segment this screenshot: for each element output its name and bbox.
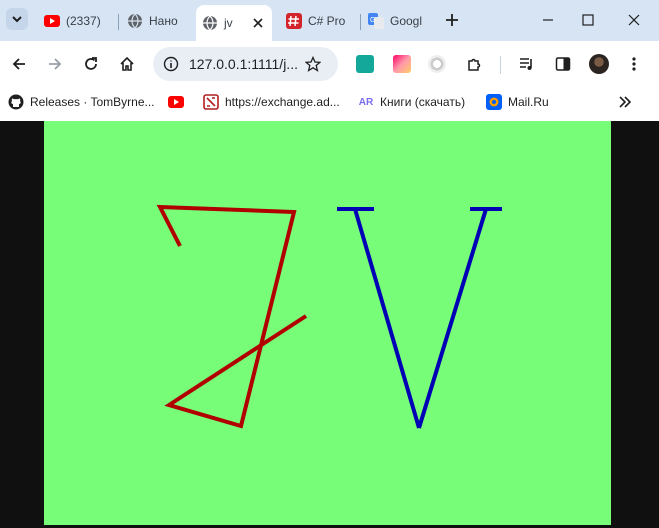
ar-icon: AR [358, 96, 374, 108]
exchange-icon [203, 94, 219, 110]
github-icon [8, 94, 24, 110]
toolbar: 127.0.0.1:1111/j... [0, 41, 659, 87]
drawing-canvas[interactable] [44, 121, 611, 525]
side-panel-button[interactable] [551, 52, 575, 76]
tab-google-translate[interactable]: G Googl [362, 7, 434, 35]
maximize-button[interactable] [576, 8, 600, 32]
bookmark-label: Книги (скачать) [380, 95, 466, 109]
tab-youtube[interactable]: (2337) [38, 7, 116, 35]
tab-separator [118, 14, 119, 30]
mailru-icon [486, 94, 502, 110]
svg-text:G: G [370, 17, 375, 24]
extensions-button[interactable] [462, 52, 486, 76]
google-translate-icon: G [368, 13, 384, 29]
tab-strip: (2337) Нано jv C# Pro G Googl [0, 0, 659, 41]
side-panel-icon [555, 57, 571, 71]
youtube-icon [168, 94, 184, 110]
profile-avatar[interactable] [589, 54, 609, 74]
media-controls-button[interactable] [515, 52, 539, 76]
tab-jv-active[interactable]: jv [196, 5, 272, 41]
arrow-left-icon [12, 58, 25, 70]
bookmark-github[interactable]: Releases · TomByrne... [8, 93, 155, 111]
hash-icon [286, 13, 302, 29]
close-tab-button[interactable] [250, 15, 266, 31]
extension-circle-icon[interactable] [428, 55, 446, 73]
globe-icon [202, 15, 218, 31]
bookmark-label: Mail.Ru [508, 95, 549, 109]
plus-icon [446, 14, 458, 26]
letter-v-drawing [337, 207, 502, 429]
minimize-button[interactable] [536, 8, 560, 32]
browser-window: (2337) Нано jv C# Pro G Googl 127.0.0.1:… [0, 0, 659, 528]
minimize-icon [543, 19, 553, 21]
close-icon [253, 18, 263, 28]
tab-title: jv [224, 16, 233, 30]
info-icon[interactable] [161, 54, 181, 74]
extension-gradient-icon[interactable] [393, 55, 411, 73]
bookmark-exchange[interactable]: https://exchange.ad... [203, 93, 340, 111]
playlist-icon [520, 58, 532, 70]
tab-csharp[interactable]: C# Pro [280, 7, 358, 35]
tab-nano[interactable]: Нано [121, 7, 193, 35]
more-bookmarks-button[interactable] [616, 93, 634, 111]
puzzle-icon [468, 58, 481, 71]
kebab-menu-icon [632, 57, 636, 71]
maximize-icon [582, 14, 594, 26]
bookmark-books[interactable]: AR Книги (скачать) [358, 93, 465, 111]
tab-title: Googl [390, 14, 423, 28]
tab-title: Нано [149, 14, 178, 28]
drawing-svg [156, 204, 502, 429]
extension-teal-icon[interactable] [356, 55, 374, 73]
bookmark-mailru[interactable]: Mail.Ru [486, 93, 549, 111]
home-icon [120, 56, 134, 71]
close-window-button[interactable] [622, 8, 646, 32]
home-button[interactable] [115, 52, 139, 76]
url-text[interactable]: 127.0.0.1:1111/j... [189, 56, 301, 72]
menu-button[interactable] [622, 52, 646, 76]
tab-separator [360, 14, 361, 30]
globe-icon [127, 13, 143, 29]
tab-title: C# Pro [308, 14, 346, 28]
letter-z-drawing [156, 204, 308, 429]
toolbar-separator [500, 56, 501, 74]
bookmark-label: https://exchange.ad... [225, 95, 340, 109]
bookmark-label: Releases · TomByrne... [30, 95, 155, 109]
forward-button[interactable] [43, 52, 67, 76]
reload-button[interactable] [79, 52, 103, 76]
bookmark-star-icon[interactable] [303, 54, 323, 74]
new-tab-button[interactable] [442, 10, 462, 30]
youtube-icon [44, 13, 60, 29]
double-chevron-right-icon [619, 96, 632, 108]
back-button[interactable] [7, 52, 31, 76]
bookmark-youtube[interactable] [168, 93, 190, 111]
tab-title: (2337) [66, 14, 101, 28]
address-bar[interactable]: 127.0.0.1:1111/j... [153, 47, 338, 81]
reload-icon [85, 57, 97, 70]
close-icon [628, 14, 640, 26]
bookmarks-bar: Releases · TomByrne... https://exchange.… [0, 87, 659, 117]
chevron-down-icon [12, 16, 22, 23]
arrow-right-icon [49, 58, 62, 70]
tab-search-button[interactable] [6, 8, 28, 30]
